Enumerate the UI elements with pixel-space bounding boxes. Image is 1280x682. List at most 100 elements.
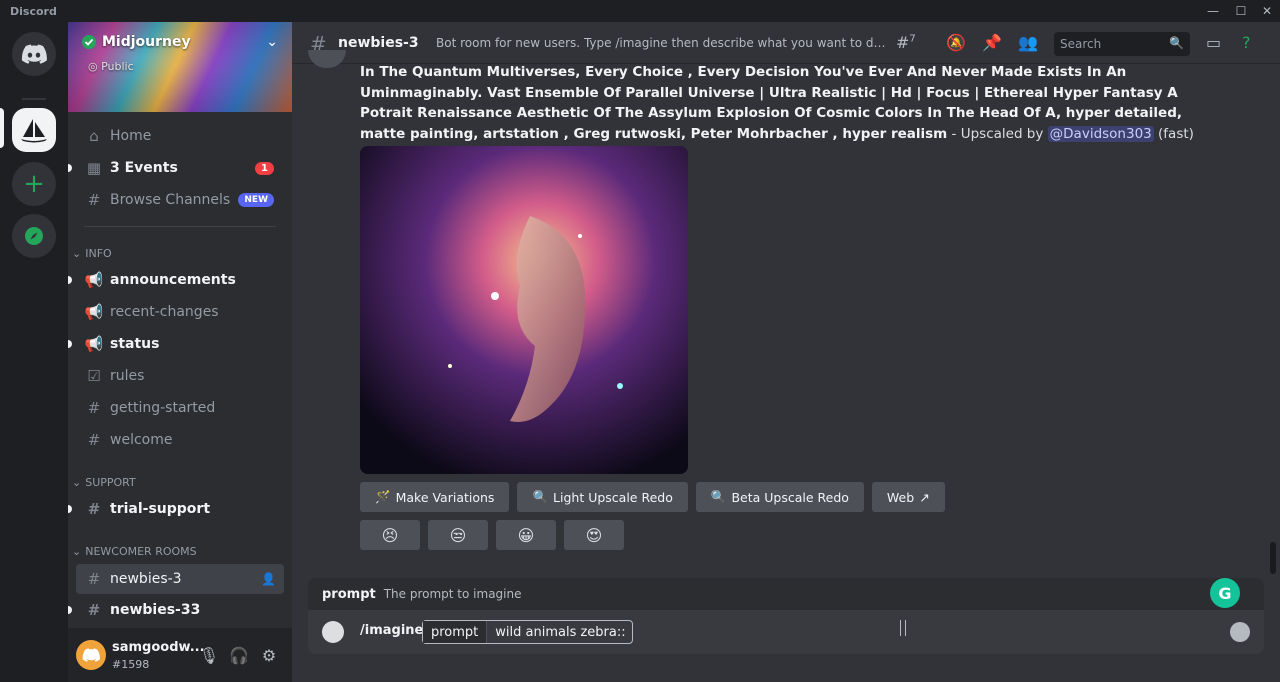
active-server-pill (0, 108, 4, 148)
discord-home-icon[interactable] (12, 32, 56, 76)
channel-status[interactable]: 📢 status (68, 329, 284, 359)
unread-marker (68, 340, 72, 348)
hash-icon: # (87, 399, 101, 417)
unread-marker (68, 606, 72, 614)
microphone-icon[interactable]: 🎙 (198, 644, 220, 666)
member-list-icon[interactable]: 👥 (1018, 33, 1038, 52)
rate-awful-button[interactable]: 😣 (360, 520, 420, 550)
verified-icon (82, 35, 96, 49)
command-option-hint: prompt The prompt to imagine (308, 578, 1264, 610)
header-channel-name: newbies-3 (338, 35, 419, 51)
hash-icon: # (87, 431, 101, 449)
megaphone-icon: 📢 (84, 303, 104, 321)
prompt-option-value[interactable]: wild animals zebra:: (487, 625, 631, 640)
hash-icon: # (87, 500, 101, 518)
mute-bell-icon[interactable]: 🔕 (946, 33, 966, 52)
light-upscale-redo-button[interactable]: 🔍 Light Upscale Redo (517, 482, 688, 512)
chevron-down-icon: ⌄ (72, 247, 82, 260)
category-support[interactable]: ⌄ SUPPORT (72, 476, 136, 489)
unamused-face-icon: 😒 (449, 525, 467, 545)
generated-image[interactable] (360, 146, 688, 474)
bot-command-avatar (322, 621, 344, 643)
channel-getting-started[interactable]: # getting-started (76, 393, 284, 423)
home-icon: ⌂ (89, 127, 99, 145)
search-icon: 🔍 (1169, 36, 1184, 50)
heart-eyes-icon: 😍 (585, 525, 603, 545)
bot-avatar[interactable] (308, 50, 346, 68)
message-composer[interactable]: /imagine prompt wild animals zebra:: (308, 610, 1264, 654)
server-name[interactable]: Midjourney (82, 34, 191, 50)
slash-command: /imagine (360, 623, 424, 638)
channel-newbies-33[interactable]: # newbies-33 (68, 595, 284, 625)
server-rail: + (0, 22, 68, 682)
channel-topic[interactable]: Bot room for new users. Type /imagine th… (436, 36, 886, 50)
prompt-option-key: prompt (423, 621, 488, 643)
app-title: Discord (10, 4, 57, 18)
magic-wand-icon: 🪄 (375, 489, 391, 504)
invite-member-icon[interactable]: 👤 (261, 572, 276, 586)
calendar-icon: ▦ (86, 159, 102, 177)
beta-upscale-redo-button[interactable]: 🔍 Beta Upscale Redo (695, 482, 864, 512)
sidebar-divider (84, 226, 276, 227)
make-variations-button[interactable]: 🪄 Make Variations (360, 482, 510, 512)
hash-icon: # (87, 570, 101, 588)
explore-compass-icon[interactable] (12, 214, 56, 258)
external-link-icon: ↗ (919, 489, 930, 505)
minimize-icon[interactable]: — (1198, 0, 1228, 22)
prompt-option-field[interactable]: prompt wild animals zebra:: (422, 620, 633, 644)
headphones-icon[interactable]: 🎧 (228, 644, 250, 666)
events-count-badge: 1 (255, 161, 274, 175)
nav-home[interactable]: ⌂ Home (76, 121, 284, 151)
checkbox-icon: ☑ (87, 367, 101, 385)
server-menu-chevron-icon[interactable]: ⌄ (266, 34, 278, 50)
chat-area: # newbies-3 Bot room for new users. Type… (292, 22, 1280, 682)
unread-marker (68, 164, 72, 172)
channel-welcome[interactable]: # welcome (76, 425, 284, 455)
username: samgoodw... (112, 640, 205, 655)
chat-scrollbar[interactable] (1270, 542, 1276, 574)
web-link-button[interactable]: Web ↗ (871, 482, 945, 512)
rail-divider (22, 98, 46, 100)
channel-announcements[interactable]: 📢 announcements (68, 265, 284, 295)
user-tag: #1598 (112, 658, 150, 671)
settings-gear-icon[interactable]: ⚙ (258, 644, 280, 666)
inbox-icon[interactable]: ▭ (1206, 33, 1221, 52)
category-newcomer-rooms[interactable]: ⌄ NEWCOMER ROOMS (72, 545, 197, 558)
smiley-face-icon: 😀 (517, 525, 535, 545)
channel-header: # newbies-3 Bot room for new users. Type… (292, 22, 1280, 64)
text-cursor (900, 620, 906, 636)
channel-newbies-3[interactable]: # newbies-3 👤 (76, 564, 284, 594)
midjourney-server-icon[interactable] (12, 108, 56, 152)
user-mention[interactable]: @Davidson303 (1047, 125, 1154, 142)
close-icon[interactable]: ✕ (1252, 0, 1280, 22)
chevron-down-icon: ⌄ (72, 545, 82, 558)
category-info[interactable]: ⌄ INFO (72, 247, 112, 260)
channel-rules[interactable]: ☑ rules (76, 361, 284, 391)
magnifier-icon: 🔍 (532, 489, 549, 504)
new-badge: NEW (238, 193, 274, 207)
unread-marker (68, 505, 72, 513)
user-avatar[interactable] (76, 640, 106, 670)
help-icon[interactable]: ? (1242, 33, 1251, 52)
message-suffix: - Upscaled by (947, 125, 1048, 142)
server-visibility: ◎ Public (88, 60, 134, 73)
emoji-picker-icon[interactable] (1230, 622, 1250, 642)
channel-recent-changes[interactable]: 📢 recent-changes (76, 297, 284, 327)
add-server-icon[interactable]: + (12, 162, 56, 206)
channel-sidebar: Midjourney ⌄ ◎ Public ⌂ Home ▦ 3 Events 1 … (68, 22, 292, 682)
nav-events[interactable]: ▦ 3 Events 1 (68, 153, 284, 183)
rate-love-button[interactable]: 😍 (564, 520, 624, 550)
rate-good-button[interactable]: 😀 (496, 520, 556, 550)
threads-icon[interactable]: #7 (896, 33, 916, 52)
channel-trial-support[interactable]: # trial-support (68, 494, 284, 524)
magnifier-icon: 🔍 (710, 489, 727, 504)
rating-buttons: 😣 😒 😀 😍 (360, 520, 624, 550)
hash-icon: # (87, 601, 101, 619)
grammarly-icon[interactable]: G (1210, 578, 1240, 608)
rate-meh-button[interactable]: 😒 (428, 520, 488, 550)
message-content: In The Quantum Multiverses, Every Choice… (360, 62, 1200, 144)
chevron-down-icon: ⌄ (72, 476, 82, 489)
nav-browse-channels[interactable]: # Browse Channels NEW (76, 185, 284, 215)
pinned-messages-icon[interactable]: 📌 (982, 33, 1002, 52)
search-input[interactable]: Search 🔍 (1054, 32, 1190, 56)
